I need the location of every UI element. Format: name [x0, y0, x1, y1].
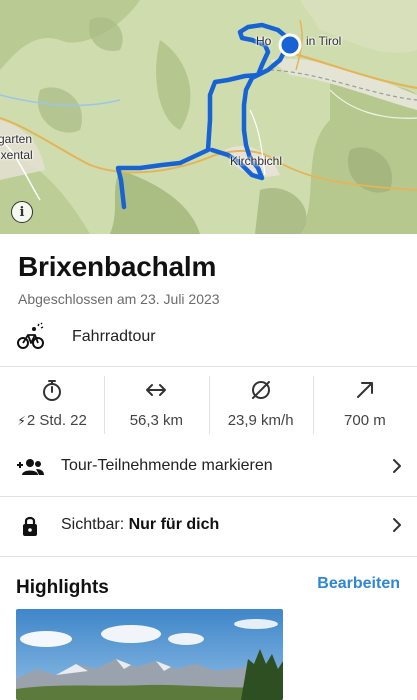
edit-highlights-button[interactable]: Bearbeiten	[317, 575, 400, 593]
visibility-prefix: Sichtbar:	[61, 516, 125, 533]
completion-date: Abgeschlossen am 23. Juli 2023	[18, 291, 220, 307]
map-label-town: in Tirol	[306, 34, 342, 48]
speed-value: 23,9 km/h	[227, 412, 294, 429]
add-people-icon	[17, 459, 44, 475]
lock-icon	[23, 516, 37, 536]
map-info-button[interactable]: i	[11, 201, 33, 223]
elevation-arrow-icon	[356, 382, 373, 398]
map-canvas	[0, 0, 417, 234]
info-icon: i	[19, 204, 25, 220]
chevron-right-icon	[393, 459, 401, 473]
map-label-town-partial: Ho	[256, 34, 272, 48]
bolt-icon: ⚡	[17, 414, 26, 428]
duration-value: 2 Std. 22	[26, 412, 87, 429]
stat-elevation: 700 m	[312, 370, 417, 440]
start-marker	[278, 33, 302, 57]
stat-speed: 23,9 km/h	[208, 370, 313, 440]
map-label-left-bottom: ixental	[0, 148, 33, 162]
map-label-kirchbichl: Kirchbichl	[230, 154, 283, 168]
highlight-photo[interactable]	[16, 609, 283, 700]
stat-duration: ⚡2 Std. 22	[0, 370, 104, 440]
sport-row[interactable]: Fahrradtour	[0, 316, 417, 358]
tour-map[interactable]: Ho in Tirol Kirchbichl garten ixental i	[0, 0, 417, 234]
visibility-value: Nur für dich	[128, 516, 220, 533]
visibility-label: Sichtbar: Nur für dich	[61, 516, 219, 534]
tour-title: Brixenbachalm	[18, 251, 217, 282]
mountain-photo	[16, 609, 283, 700]
elevation-value: 700 m	[344, 412, 386, 429]
distance-arrows-icon	[146, 384, 167, 396]
tag-participants-row[interactable]: Tour-Teilnehmende markieren	[0, 438, 417, 496]
divider	[0, 556, 417, 557]
chevron-right-icon	[393, 518, 401, 532]
stopwatch-icon	[43, 380, 62, 401]
distance-value: 56,3 km	[129, 412, 184, 429]
map-label-left-top: garten	[0, 132, 33, 146]
stat-distance: 56,3 km	[104, 370, 208, 440]
bike-icon	[17, 322, 44, 349]
tour-stats: ⚡2 Std. 22 56,3 km 23,9 km/h 700 m	[0, 370, 417, 440]
average-speed-icon	[251, 381, 270, 399]
highlights-title: Highlights	[16, 577, 109, 598]
sport-label: Fahrradtour	[72, 328, 156, 345]
tag-participants-label: Tour-Teilnehmende markieren	[61, 457, 273, 474]
visibility-row[interactable]: Sichtbar: Nur für dich	[0, 497, 417, 555]
divider	[0, 366, 417, 367]
